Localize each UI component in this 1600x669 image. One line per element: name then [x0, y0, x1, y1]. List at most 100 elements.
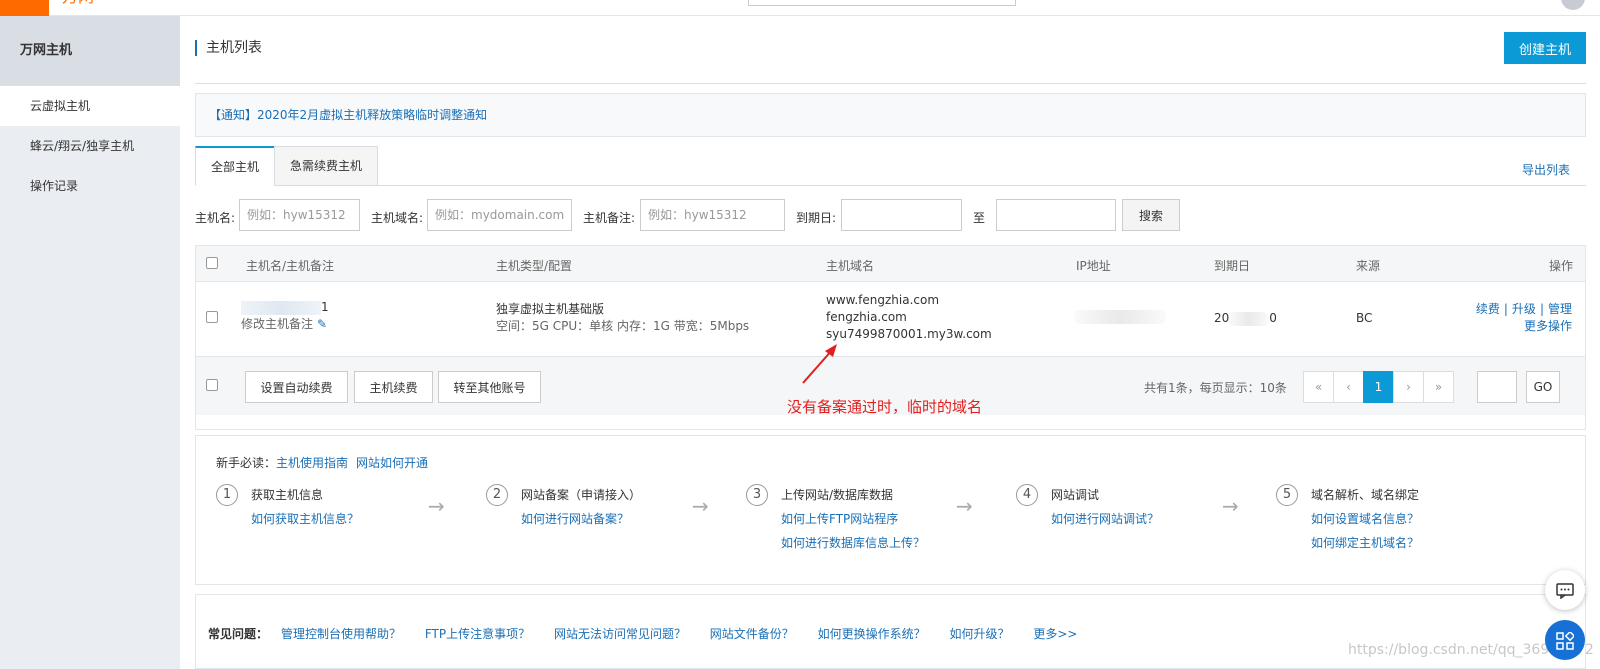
expiry-redacted	[1229, 311, 1270, 326]
page-1-button[interactable]: 1	[1363, 371, 1394, 403]
step-link[interactable]: 如何绑定主机域名？	[1311, 534, 1419, 551]
annotation-arrow-line	[802, 348, 834, 384]
op-separator: |	[1503, 302, 1508, 316]
host-name-suffix: 1	[321, 300, 329, 314]
arrow-right-icon: →	[428, 494, 445, 518]
page-number-input[interactable]	[1477, 371, 1517, 403]
host-renew-button[interactable]: 主机续费	[354, 371, 433, 403]
sidebar-item-cloud-host[interactable]: 云虚拟主机	[0, 86, 180, 126]
op-separator: |	[1539, 302, 1544, 316]
upgrade-link[interactable]: 升级	[1512, 302, 1536, 316]
host-guide-link[interactable]: 主机使用指南	[276, 456, 348, 470]
col-domain: 主机域名	[826, 259, 875, 273]
col-host-type: 主机类型/配置	[496, 259, 573, 273]
faq-link[interactable]: 网站文件备份？	[710, 627, 794, 641]
tab-urgent-renew[interactable]: 急需续费主机	[274, 146, 378, 186]
domain-label: 主机域名:	[371, 211, 424, 225]
app-icon[interactable]	[1545, 620, 1585, 660]
host-config: 空间：5G CPU：单核 内存：1G 带宽：5Mbps	[496, 319, 750, 333]
domain-1: www.fengzhia.com	[826, 293, 940, 307]
faq-link[interactable]: 网站无法访问常见问题？	[554, 627, 686, 641]
edit-remark-link[interactable]: 修改主机备注	[241, 317, 313, 331]
step-number: 3	[746, 484, 768, 506]
faq-link[interactable]: 如何升级？	[949, 627, 1009, 641]
row-checkbox[interactable]	[206, 311, 218, 323]
col-ip: IP地址	[1076, 259, 1111, 273]
step-title: 网站调试	[1051, 488, 1100, 502]
main-content: 主机列表 创建主机 【通知】2020年2月虚拟主机释放策略临时调整通知 全部主机…	[195, 16, 1586, 669]
search-button[interactable]: 搜索	[1122, 199, 1180, 231]
top-bar: 万网	[0, 0, 1600, 16]
step-link[interactable]: 如何获取主机信息？	[251, 510, 359, 527]
chat-icon[interactable]	[1545, 570, 1585, 610]
app-icon-glyph	[1556, 630, 1576, 650]
step-number: 5	[1276, 484, 1298, 506]
top-search-input[interactable]	[748, 0, 1016, 6]
guide-intro: 新手必读：主机使用指南 网站如何开通	[216, 454, 428, 471]
auto-renew-button[interactable]: 设置自动续费	[245, 371, 348, 403]
host-type: 独享虚拟主机基础版	[496, 302, 605, 316]
remark-input[interactable]	[640, 199, 785, 231]
ip-cell	[1074, 310, 1166, 329]
first-page-button[interactable]: «	[1303, 371, 1334, 403]
next-page-button[interactable]: ›	[1393, 371, 1424, 403]
export-list-link[interactable]: 导出列表	[1522, 161, 1570, 178]
step-link[interactable]: 如何设置域名信息？	[1311, 510, 1419, 527]
beginner-guide: 新手必读：主机使用指南 网站如何开通 1 获取主机信息 如何获取主机信息？ → 2…	[195, 435, 1586, 585]
sidebar-item-exclusive-host[interactable]: 蜂云/翔云/独享主机	[0, 126, 180, 166]
step-number: 4	[1016, 484, 1038, 506]
faq-more-link[interactable]: 更多>>	[1033, 627, 1077, 641]
to-label: 至	[973, 211, 986, 225]
expiry-cell: 20 0	[1214, 310, 1277, 327]
step-link[interactable]: 如何进行网站调试？	[1051, 510, 1159, 527]
faq-links: 管理控制台使用帮助？ FTP上传注意事项？ 网站无法访问常见问题？ 网站文件备份…	[281, 625, 1097, 642]
more-actions-link[interactable]: 更多操作	[1524, 319, 1572, 333]
transfer-account-button[interactable]: 转至其他账号	[438, 371, 541, 403]
step-title: 获取主机信息	[251, 488, 324, 502]
step-link[interactable]: 如何上传FTP网站程序	[781, 510, 898, 527]
faq-link[interactable]: FTP上传注意事项？	[425, 627, 530, 641]
chat-icon-glyph	[1556, 582, 1574, 599]
expiry-suffix: 0	[1269, 311, 1277, 325]
last-page-button[interactable]: »	[1423, 371, 1454, 403]
tab-bar: 全部主机 急需续费主机	[195, 146, 1586, 186]
pencil-icon[interactable]: ✎	[317, 317, 327, 331]
faq-link[interactable]: 如何更换操作系统？	[818, 627, 926, 641]
arrow-right-icon: →	[956, 494, 973, 518]
create-host-button[interactable]: 创建主机	[1504, 32, 1586, 64]
host-type-cell: 独享虚拟主机基础版 空间：5G CPU：单核 内存：1G 带宽：5Mbps	[496, 301, 749, 335]
avatar[interactable]	[1561, 0, 1585, 10]
site-open-link[interactable]: 网站如何开通	[356, 456, 428, 470]
col-expiry: 到期日	[1214, 259, 1251, 273]
renew-link[interactable]: 续费	[1476, 302, 1500, 316]
faq-link[interactable]: 管理控制台使用帮助？	[281, 627, 401, 641]
remark-label: 主机备注:	[583, 211, 636, 225]
host-name-input[interactable]	[239, 199, 360, 231]
expiry-start-input[interactable]	[841, 199, 962, 231]
step-number: 1	[216, 484, 238, 506]
expiry-prefix: 20	[1214, 311, 1230, 325]
arrow-right-icon: →	[692, 494, 709, 518]
sidebar-title: 万网主机	[0, 16, 180, 86]
step-link[interactable]: 如何进行网站备案？	[521, 510, 629, 527]
footer-select-all-checkbox[interactable]	[206, 379, 218, 391]
col-actions: 操作	[1549, 259, 1574, 273]
sidebar: 万网主机 云虚拟主机 蜂云/翔云/独享主机 操作记录	[0, 16, 180, 669]
source-cell: BC	[1356, 311, 1373, 325]
annotation-arrow	[802, 344, 837, 384]
expiry-end-input[interactable]	[996, 199, 1116, 231]
logo-text: 万网	[62, 0, 146, 4]
divider	[195, 83, 1586, 84]
tab-all-hosts[interactable]: 全部主机	[195, 146, 275, 186]
select-all-checkbox[interactable]	[206, 257, 218, 269]
manage-link[interactable]: 管理	[1548, 302, 1572, 316]
notice-link[interactable]: 【通知】2020年2月虚拟主机释放策略临时调整通知	[195, 93, 1586, 137]
host-name-label: 主机名:	[195, 211, 236, 225]
sidebar-item-operation-log[interactable]: 操作记录	[0, 166, 180, 206]
logo[interactable]	[0, 0, 49, 16]
domain-input[interactable]	[427, 199, 572, 231]
prev-page-button[interactable]: ‹	[1333, 371, 1364, 403]
page-title: 主机列表	[195, 40, 262, 56]
go-button[interactable]: GO	[1526, 371, 1560, 403]
step-link[interactable]: 如何进行数据库信息上传？	[781, 534, 925, 551]
